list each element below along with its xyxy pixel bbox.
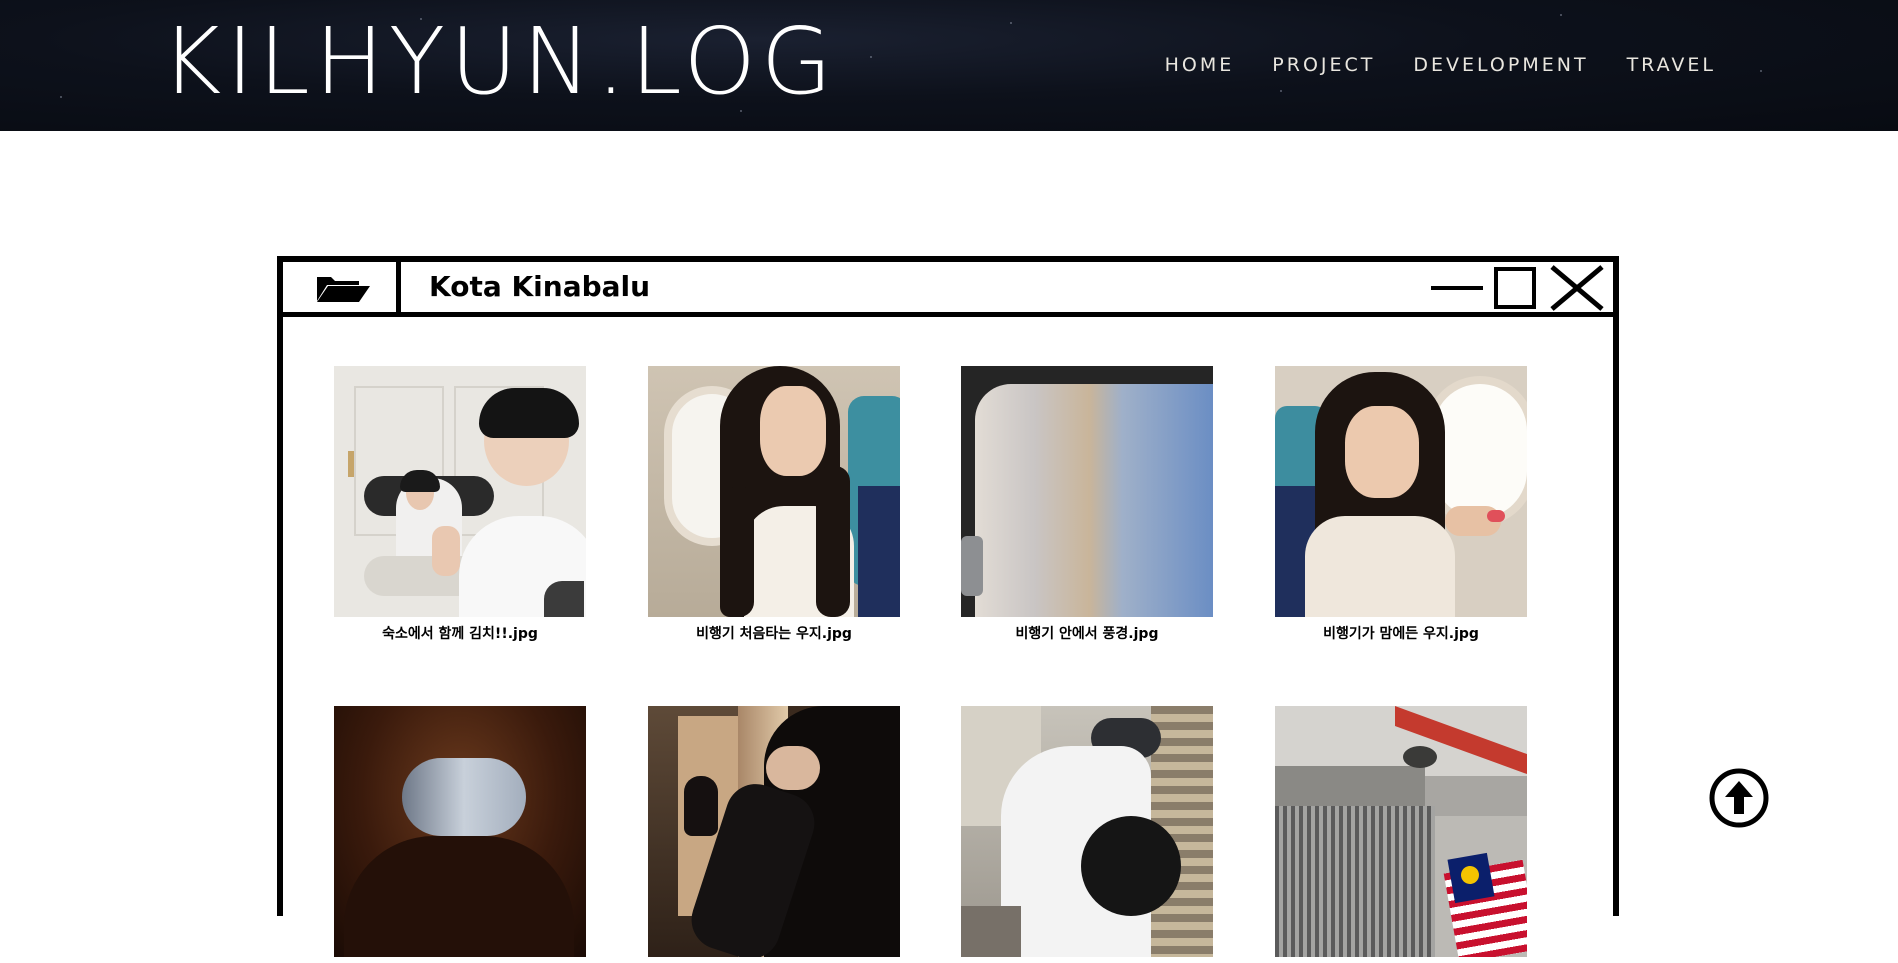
minimize-icon[interactable] [1429, 265, 1485, 311]
photo-caption: 숙소에서 함께 김치!!.jpg [382, 626, 538, 642]
photo-thumbnail[interactable] [961, 366, 1213, 617]
nav-development[interactable]: DEVELOPMENT [1413, 54, 1588, 76]
arrow-up-circle-icon[interactable] [1708, 767, 1770, 829]
window-title-bar: Kota Kinabalu [283, 262, 1613, 317]
main-nav: HOME PROJECT DEVELOPMENT TRAVEL [1165, 54, 1716, 76]
folder-window: Kota Kinabalu 숙소에서 함께 김치!!.jpg 비행기 처음타는 … [277, 256, 1619, 957]
folder-cell [283, 262, 401, 312]
nav-home[interactable]: HOME [1165, 54, 1235, 76]
gallery-item[interactable]: 비행기가 맘에든 우지.jpg [1275, 366, 1527, 643]
gallery-item[interactable]: 비행기 안에서 풍경.jpg [961, 366, 1213, 643]
photo-thumbnail[interactable] [648, 366, 900, 617]
open-folder-icon [317, 277, 370, 302]
gallery-item[interactable] [961, 706, 1213, 963]
gallery-item[interactable] [648, 706, 900, 963]
photo-caption: 비행기 안에서 풍경.jpg [1015, 626, 1159, 642]
window-title: Kota Kinabalu [429, 270, 651, 303]
maximize-icon[interactable] [1493, 265, 1537, 311]
photo-thumbnail[interactable] [961, 706, 1213, 957]
photo-thumbnail[interactable] [334, 706, 586, 957]
gallery-item[interactable] [334, 706, 586, 963]
photo-thumbnail[interactable] [334, 366, 586, 617]
close-icon[interactable] [1549, 265, 1605, 311]
photo-thumbnail[interactable] [1275, 706, 1527, 957]
gallery-item[interactable] [1275, 706, 1527, 963]
photo-caption: 비행기 처음타는 우지.jpg [696, 626, 852, 642]
window-controls [1429, 265, 1609, 311]
gallery-item[interactable]: 숙소에서 함께 김치!!.jpg [334, 366, 586, 643]
site-header: KILHYUN.LOG HOME PROJECT DEVELOPMENT TRA… [0, 0, 1898, 131]
nav-travel[interactable]: TRAVEL [1627, 54, 1716, 76]
photo-thumbnail[interactable] [648, 706, 900, 957]
photo-thumbnail[interactable] [1275, 366, 1527, 617]
nav-project[interactable]: PROJECT [1272, 54, 1375, 76]
site-logo[interactable]: KILHYUN.LOG [161, 16, 837, 108]
photo-caption: 비행기가 맘에든 우지.jpg [1323, 626, 1479, 642]
gallery-item[interactable]: 비행기 처음타는 우지.jpg [648, 366, 900, 643]
